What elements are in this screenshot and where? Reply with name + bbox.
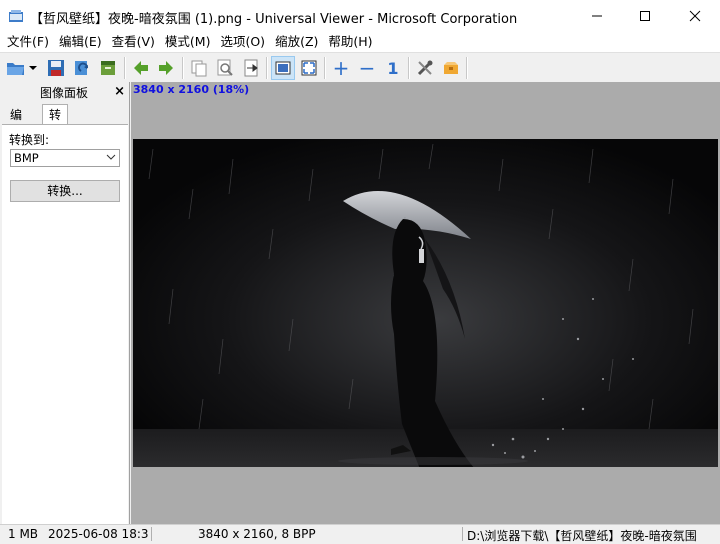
print-preview-button[interactable] — [213, 56, 237, 80]
menu-view[interactable]: 查看(V) — [107, 32, 160, 52]
displayed-image — [133, 139, 718, 467]
format-select[interactable]: BMP — [10, 149, 120, 167]
actual-size-button[interactable]: 1 — [381, 56, 405, 80]
save-button[interactable] — [44, 56, 68, 80]
status-file-size: 1 MB — [8, 527, 39, 541]
convert-to-label: 转换到: — [9, 133, 50, 147]
menu-bar: 文件(F) 编辑(E) 查看(V) 模式(M) 选项(O) 缩放(Z) 帮助(H… — [0, 32, 720, 52]
menu-options[interactable]: 选项(O) — [215, 32, 270, 52]
toolbar-separator — [408, 57, 410, 79]
toolbar-separator — [182, 57, 184, 79]
fullscreen-button[interactable] — [297, 56, 321, 80]
plugin-icon — [444, 62, 458, 74]
close-icon — [689, 10, 701, 22]
copy-icon — [191, 60, 207, 77]
tab-convert[interactable]: 转换 — [42, 104, 69, 142]
tools-icon — [417, 60, 433, 76]
status-bar: 1 MB 2025-06-08 18:3 3840 x 2160, 8 BPP … — [0, 524, 720, 543]
image-viewer[interactable]: 3840 x 2160 (18%) — [131, 82, 720, 524]
panel-close-icon[interactable]: × — [114, 84, 125, 100]
convert-tab-content: 转换到: BMP 转换... — [2, 124, 128, 524]
chevron-down-icon — [106, 154, 116, 160]
app-icon — [9, 10, 23, 22]
plugin-button[interactable] — [439, 56, 463, 80]
menu-zoom[interactable]: 缩放(Z) — [270, 32, 323, 52]
zoom-in-button[interactable]: + — [329, 56, 353, 80]
zoom-in-icon: + — [332, 56, 350, 80]
close-button[interactable] — [672, 0, 718, 32]
title-bar[interactable]: 【哲风壁纸】夜晚-暗夜氛围 (1).png - Universal Viewer… — [0, 0, 720, 32]
format-select-value: BMP — [14, 151, 39, 165]
minimize-icon — [592, 15, 602, 17]
panel-title: 图像面板 — [39, 86, 88, 100]
save-icon — [48, 60, 64, 76]
maximize-icon — [640, 11, 650, 21]
zoom-out-button[interactable]: − — [355, 56, 379, 80]
next-button[interactable] — [154, 56, 178, 80]
fit-window-icon — [275, 61, 291, 75]
toolbar-separator — [466, 57, 468, 79]
archive-icon — [101, 61, 115, 75]
menu-mode[interactable]: 模式(M) — [160, 32, 216, 52]
reload-icon — [75, 61, 88, 75]
menu-file[interactable]: 文件(F) — [0, 32, 54, 52]
archive-button[interactable] — [96, 56, 120, 80]
zoom-out-icon: − — [358, 56, 376, 80]
open-button[interactable] — [4, 56, 28, 80]
convert-button[interactable]: 转换... — [10, 180, 120, 202]
status-file-path: D:\浏览器下载\【哲风壁纸】夜晚-暗夜氛围 — [467, 529, 697, 543]
window-title: 【哲风壁纸】夜晚-暗夜氛围 (1).png - Universal Viewer… — [30, 12, 518, 27]
copy-button[interactable] — [187, 56, 211, 80]
reload-button[interactable] — [70, 56, 94, 80]
minimize-button[interactable] — [574, 0, 620, 32]
tools-button[interactable] — [413, 56, 437, 80]
fit-window-button[interactable] — [271, 56, 295, 80]
toolbar-separator — [124, 57, 126, 79]
status-divider — [151, 527, 152, 541]
menu-help[interactable]: 帮助(H) — [323, 32, 377, 52]
dropdown-arrow-icon — [29, 66, 37, 70]
next-arrow-icon — [159, 61, 173, 75]
toolbar-separator — [266, 57, 268, 79]
open-folder-icon — [7, 63, 24, 75]
toolbar-separator — [324, 57, 326, 79]
actual-size-icon: 1 — [387, 58, 399, 78]
maximize-button[interactable] — [622, 0, 668, 32]
status-datetime: 2025-06-08 18:3 — [48, 527, 149, 541]
menu-edit[interactable]: 编辑(E) — [54, 32, 107, 52]
prev-arrow-icon — [134, 61, 148, 75]
fullscreen-icon — [301, 60, 317, 76]
toolbar: + − 1 — [0, 52, 720, 83]
status-dimensions: 3840 x 2160, 8 BPP — [198, 527, 316, 541]
export-icon — [244, 59, 258, 77]
image-content — [133, 139, 718, 467]
image-info-label: 3840 x 2160 (18%) — [133, 83, 250, 96]
preview-icon — [217, 59, 233, 76]
status-divider — [462, 527, 463, 541]
previous-button[interactable] — [129, 56, 153, 80]
open-dropdown-button[interactable] — [26, 56, 40, 80]
tab-edit[interactable]: 编辑 — [4, 106, 28, 140]
image-panel: 图像面板 × 编辑 转换 转换到: BMP 转换... — [0, 82, 130, 524]
export-button[interactable] — [239, 56, 263, 80]
